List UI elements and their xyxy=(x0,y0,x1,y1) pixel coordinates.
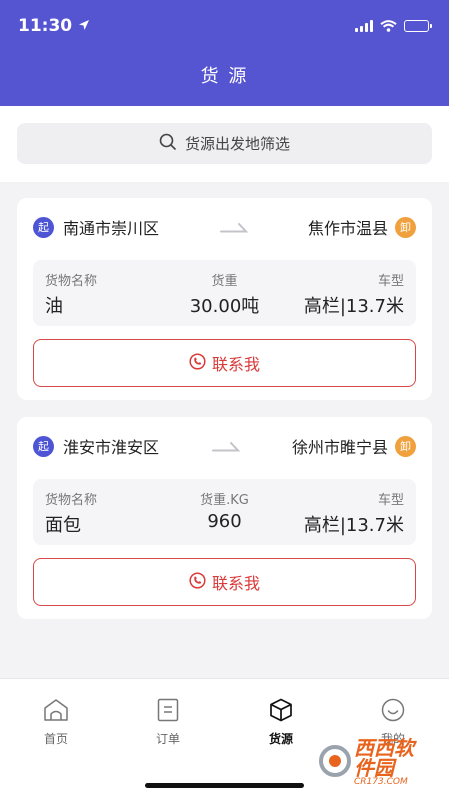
origin-city: 淮安市淮安区 xyxy=(63,438,160,457)
origin-tag: 起 xyxy=(33,435,54,457)
origin-filter-search[interactable]: 货源出发地筛选 xyxy=(17,123,432,164)
search-icon xyxy=(159,133,177,155)
phone-icon xyxy=(189,571,206,593)
watermark-main: 西西软件园 xyxy=(354,736,414,780)
status-time-text: 11:30 xyxy=(18,16,73,36)
watermark-text: 西西软件园 CR173.COM xyxy=(354,738,430,787)
weight-label: 货重.KG xyxy=(200,493,249,508)
contact-button[interactable]: 联系我 xyxy=(33,558,416,606)
tab-orders[interactable]: 订单 xyxy=(112,698,224,750)
site-watermark: 西西软件园 CR173.COM xyxy=(318,738,430,787)
vehicle-label: 车型 xyxy=(377,493,404,508)
battery-icon xyxy=(404,20,432,32)
watermark-sub: CR173.COM xyxy=(354,777,408,787)
route-arrow-icon xyxy=(159,221,308,233)
cargo-info: 货物名称 货重 车型 油 30.00吨 高栏|13.7米 xyxy=(33,260,416,326)
shipment-card[interactable]: 起 南通市崇川区 焦作市温县 卸 货物名称 货重 车型 油 30.00吨 高栏|… xyxy=(17,198,432,400)
status-bar: 11:30 xyxy=(0,0,449,52)
contact-label: 联系我 xyxy=(211,574,260,593)
vehicle-value: 高栏|13.7米 xyxy=(303,296,404,317)
status-time: 11:30 xyxy=(18,16,90,36)
route-arrow-icon xyxy=(159,440,292,452)
destination-tag: 卸 xyxy=(395,216,416,238)
watermark-logo-icon xyxy=(318,744,352,782)
order-icon xyxy=(156,698,180,726)
tab-home-label: 首页 xyxy=(43,732,68,746)
search-area: 货源出发地筛选 xyxy=(0,106,449,182)
box-icon xyxy=(269,698,293,726)
search-placeholder: 货源出发地筛选 xyxy=(184,135,290,153)
shipment-card[interactable]: 起 淮安市淮安区 徐州市睢宁县 卸 货物名称 货重.KG 车型 面包 960 高… xyxy=(17,417,432,619)
location-arrow-icon xyxy=(78,16,90,36)
contact-label: 联系我 xyxy=(211,355,260,374)
origin-tag: 起 xyxy=(33,216,54,238)
page-title: 货 源 xyxy=(200,66,249,87)
phone-icon xyxy=(189,352,206,374)
tab-home[interactable]: 首页 xyxy=(0,698,112,750)
home-icon xyxy=(43,698,69,726)
cellular-signal-icon xyxy=(355,20,373,32)
status-icons xyxy=(355,17,432,36)
destination-city: 徐州市睢宁县 xyxy=(291,438,388,457)
tab-cargo-label: 货源 xyxy=(268,732,293,746)
cargo-info: 货物名称 货重.KG 车型 面包 960 高栏|13.7米 xyxy=(33,479,416,545)
destination-tag: 卸 xyxy=(395,435,416,457)
contact-button[interactable]: 联系我 xyxy=(33,339,416,387)
app-header: 11:30 货 源 xyxy=(0,0,449,106)
home-indicator xyxy=(145,783,304,788)
vehicle-label: 车型 xyxy=(377,274,404,289)
vehicle-value: 高栏|13.7米 xyxy=(303,515,404,536)
smile-icon xyxy=(381,698,405,726)
origin-city: 南通市崇川区 xyxy=(63,219,160,238)
tab-orders-label: 订单 xyxy=(155,732,180,746)
route-row: 起 南通市崇川区 焦作市温县 卸 xyxy=(17,198,432,256)
destination-city: 焦作市温县 xyxy=(307,219,388,238)
weight-label: 货重 xyxy=(211,274,238,289)
route-row: 起 淮安市淮安区 徐州市睢宁县 卸 xyxy=(17,417,432,475)
wifi-icon xyxy=(380,17,397,36)
